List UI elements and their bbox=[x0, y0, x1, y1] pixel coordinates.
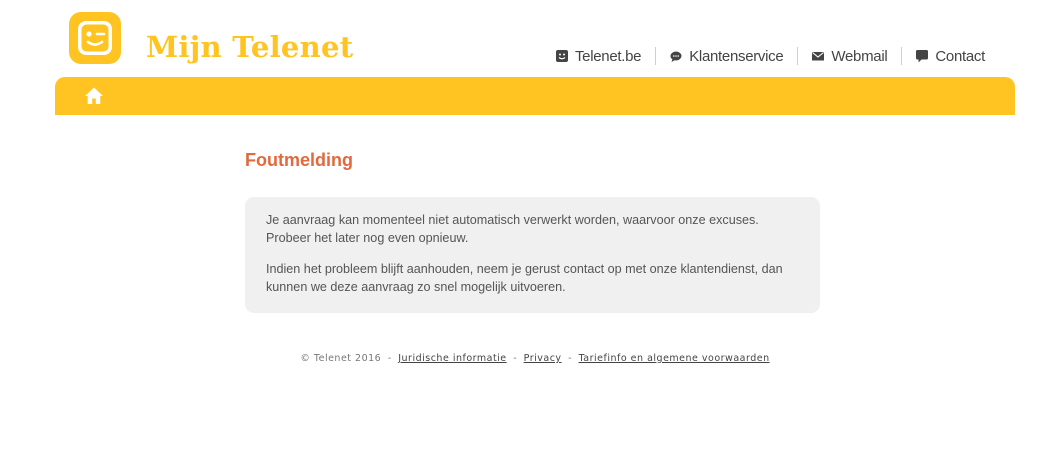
home-icon[interactable] bbox=[84, 86, 104, 106]
telenet-smiley-logo[interactable] bbox=[69, 12, 121, 64]
footer-separator: - bbox=[513, 353, 518, 364]
error-message-paragraph: Je aanvraag kan momenteel niet automatis… bbox=[266, 213, 759, 245]
nav-link-webmail[interactable]: Webmail bbox=[797, 47, 901, 65]
chat-bubble-icon bbox=[670, 51, 682, 62]
nav-label: Klantenservice bbox=[689, 47, 784, 65]
footer-separator: - bbox=[568, 353, 573, 364]
nav-label: Contact bbox=[935, 47, 985, 65]
nav-label: Telenet.be bbox=[574, 47, 642, 65]
error-message-box: Je aanvraag kan momenteel niet automatis… bbox=[245, 197, 820, 313]
header: Mijn Telenet Telenet.be Klantenservice W… bbox=[0, 0, 1056, 77]
footer-link-tariefinfo[interactable]: Tariefinfo en algemene voorwaarden bbox=[579, 353, 770, 364]
nav-link-contact[interactable]: Contact bbox=[901, 47, 985, 65]
footer: © Telenet 2016 - Juridische informatie -… bbox=[0, 353, 1056, 364]
smiley-icon bbox=[555, 50, 568, 62]
error-message-paragraph: Indien het probleem blijft aanhouden, ne… bbox=[266, 262, 783, 294]
nav-link-klantenservice[interactable]: Klantenservice bbox=[655, 47, 797, 65]
footer-link-juridische-informatie[interactable]: Juridische informatie bbox=[398, 353, 506, 364]
copyright: © Telenet 2016 bbox=[300, 353, 382, 364]
main-menu-bar bbox=[55, 77, 1015, 115]
top-navigation: Telenet.be Klantenservice Webmail Contac… bbox=[542, 46, 985, 66]
nav-link-telenet-be[interactable]: Telenet.be bbox=[542, 47, 655, 65]
footer-link-privacy[interactable]: Privacy bbox=[524, 353, 562, 364]
envelope-icon bbox=[812, 52, 825, 61]
nav-label: Webmail bbox=[831, 47, 888, 65]
brand-title[interactable]: Mijn Telenet bbox=[146, 30, 354, 64]
page-title: Foutmelding bbox=[245, 150, 353, 170]
speech-bubble-icon bbox=[916, 50, 929, 62]
footer-separator: - bbox=[387, 353, 392, 364]
